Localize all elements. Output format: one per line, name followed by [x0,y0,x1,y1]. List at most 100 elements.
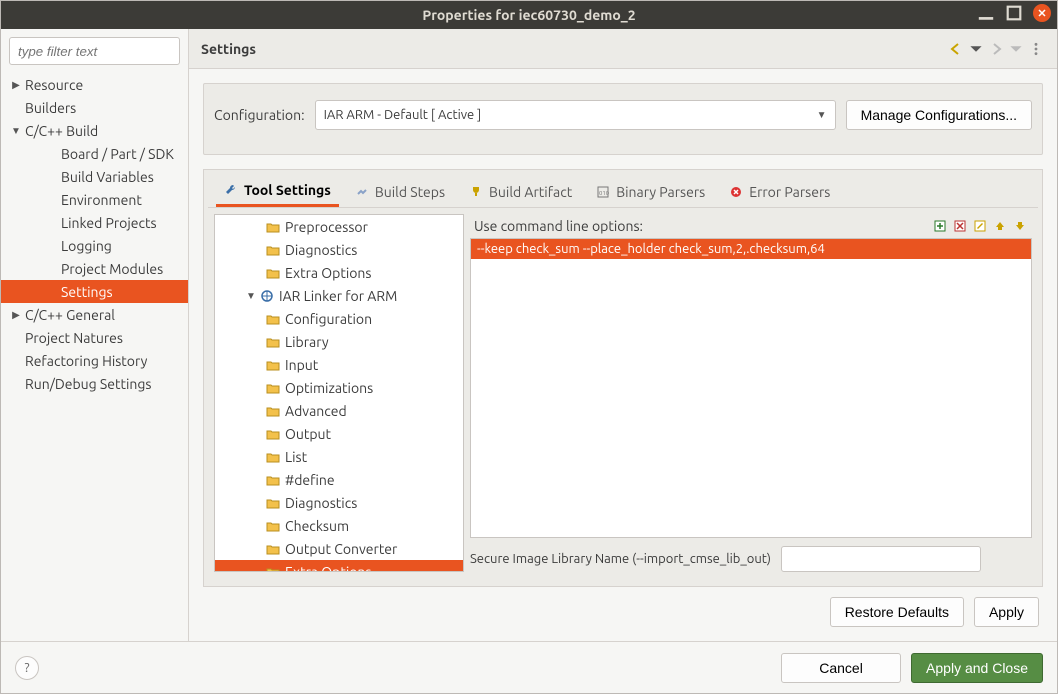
folder-icon [265,495,281,511]
tool-tree-item[interactable]: Extra Options [215,560,463,572]
tool-tree-item[interactable]: Configuration [215,307,463,330]
tool-tree[interactable]: Preprocessor Diagnostics Extra Options ▼IAR… [214,214,464,572]
tool-tree-label: Checksum [285,518,349,534]
tab-build-steps[interactable]: Build Steps [347,176,453,207]
sidebar-item-label: Board / Part / SDK [59,146,174,162]
tool-tree-label: Configuration [285,311,372,327]
move-down-icon[interactable] [1012,218,1028,234]
chevron-down-icon: ▼ [817,109,827,121]
window-controls [977,4,1051,22]
folder-icon [265,518,281,534]
dialog-content: ▶ResourceBuilders▼C/C++ Build Board / Par… [1,29,1057,641]
tool-tree-item[interactable]: List [215,445,463,468]
window-title: Properties for iec60730_demo_2 [422,7,635,23]
sidebar-item-label: C/C++ General [23,307,115,323]
category-sidebar: ▶ResourceBuilders▼C/C++ Build Board / Par… [1,29,189,641]
tab-binary-parsers[interactable]: 010Binary Parsers [588,176,713,207]
tab-error-parsers[interactable]: Error Parsers [721,176,838,207]
apply-button[interactable]: Apply [974,597,1039,627]
restore-defaults-button[interactable]: Restore Defaults [830,597,964,627]
configuration-label: Configuration: [214,107,305,123]
folder-icon [265,265,281,281]
sidebar-item[interactable]: Builders [1,96,188,119]
tool-tree-item[interactable]: Optimizations [215,376,463,399]
sidebar-item[interactable]: ▶Resource [1,73,188,96]
sidebar-item[interactable]: ▶C/C++ General [1,303,188,326]
tool-tree-item[interactable]: Output Converter [215,537,463,560]
view-menu-icon[interactable] [1027,40,1045,58]
tab-label: Error Parsers [749,184,830,200]
sidebar-item[interactable]: Environment [1,188,188,211]
cancel-button[interactable]: Cancel [781,653,901,683]
tool-tree-item[interactable]: Input [215,353,463,376]
sidebar-item[interactable]: Run/Debug Settings [1,372,188,395]
tab-label: Build Steps [375,184,445,200]
tab-label: Binary Parsers [616,184,705,200]
folder-icon [265,541,281,557]
sidebar-item-label: Build Variables [59,169,154,185]
panel-header: Settings [189,29,1057,69]
configuration-value: IAR ARM - Default [ Active ] [324,108,482,122]
back-menu-icon[interactable] [967,40,985,58]
sidebar-item[interactable]: Settings [1,280,188,303]
tool-tree-item[interactable]: Checksum [215,514,463,537]
linker-icon [259,288,275,304]
tool-tree-label: Output [285,426,331,442]
tool-tree-item[interactable]: Advanced [215,399,463,422]
tool-tree-item[interactable]: Diagnostics [215,238,463,261]
tool-tree-item[interactable]: Extra Options [215,261,463,284]
help-icon[interactable]: ? [15,656,39,680]
tool-tree-label: Diagnostics [285,242,357,258]
delete-icon[interactable] [952,218,968,234]
close-icon[interactable] [1033,4,1051,22]
sidebar-item-label: Environment [59,192,142,208]
tab-tool-settings[interactable]: Tool Settings [216,176,339,207]
back-icon[interactable] [947,40,965,58]
sidebar-item-label: Run/Debug Settings [23,376,152,392]
error-icon [729,185,743,199]
sidebar-item[interactable]: Board / Part / SDK [1,142,188,165]
option-entry[interactable]: --keep check_sum --place_holder check_su… [471,239,1031,259]
tool-tree-label: #define [285,472,335,488]
apply-and-close-button[interactable]: Apply and Close [911,653,1043,683]
tool-tree-label: Input [285,357,318,373]
sidebar-item[interactable]: Refactoring History [1,349,188,372]
tool-tree-item[interactable]: Preprocessor [215,215,463,238]
folder-icon [265,472,281,488]
forward-menu-icon[interactable] [1007,40,1025,58]
tab-label: Tool Settings [244,182,331,198]
sidebar-item[interactable]: Logging [1,234,188,257]
sidebar-item-label: Settings [59,284,113,300]
options-label: Use command line options: [470,218,932,234]
tool-tree-label: Extra Options [285,265,371,281]
configuration-dropdown[interactable]: IAR ARM - Default [ Active ] ▼ [315,100,836,130]
sidebar-item[interactable]: ▼C/C++ Build [1,119,188,142]
filter-input[interactable] [9,37,180,65]
folder-icon [265,380,281,396]
tool-tree-item[interactable]: Output [215,422,463,445]
sidebar-item[interactable]: Linked Projects [1,211,188,234]
forward-icon[interactable] [987,40,1005,58]
secure-lib-input[interactable] [781,546,981,572]
sidebar-item[interactable]: Build Variables [1,165,188,188]
add-icon[interactable] [932,218,948,234]
maximize-icon[interactable] [1005,4,1023,22]
tool-tree-item[interactable]: ▼IAR Linker for ARM [215,284,463,307]
steps-icon [355,185,369,199]
tool-tree-item[interactable]: #define [215,468,463,491]
tab-label: Build Artifact [489,184,572,200]
tool-tree-item[interactable]: Diagnostics [215,491,463,514]
tool-tree-item[interactable]: Library [215,330,463,353]
sidebar-item-label: Refactoring History [23,353,147,369]
tab-build-artifact[interactable]: Build Artifact [461,176,580,207]
sidebar-item-label: Logging [59,238,112,254]
category-tree[interactable]: ▶ResourceBuilders▼C/C++ Build Board / Par… [1,73,188,641]
minimize-icon[interactable] [977,4,995,22]
edit-icon[interactable] [972,218,988,234]
manage-configurations-button[interactable]: Manage Configurations... [846,100,1032,130]
move-up-icon[interactable] [992,218,1008,234]
sidebar-item[interactable]: Project Modules [1,257,188,280]
options-list[interactable]: --keep check_sum --place_holder check_su… [470,238,1032,538]
sidebar-item[interactable]: Project Natures [1,326,188,349]
sidebar-item-label: Project Modules [59,261,163,277]
